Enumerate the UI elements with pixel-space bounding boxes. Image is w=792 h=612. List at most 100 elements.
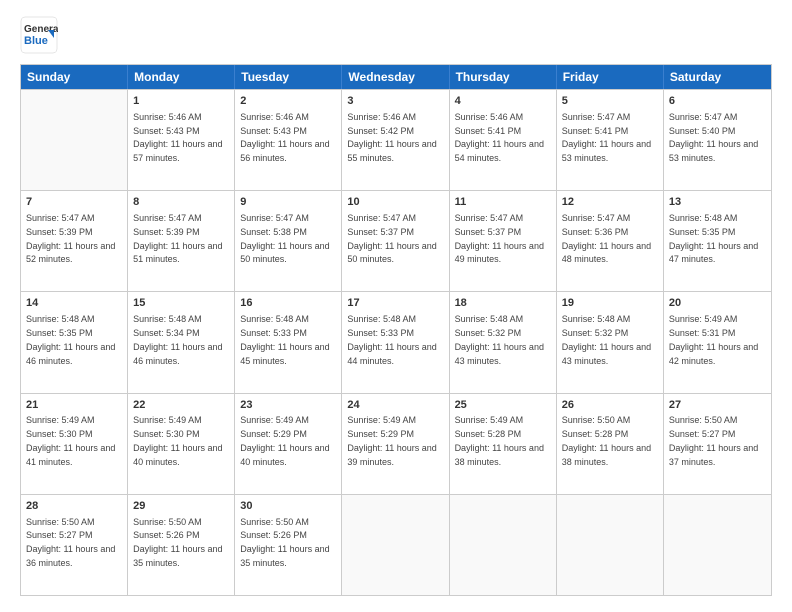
cell-info: Sunrise: 5:48 AMSunset: 5:33 PMDaylight:… [240, 314, 329, 365]
cell-info: Sunrise: 5:48 AMSunset: 5:32 PMDaylight:… [562, 314, 651, 365]
cell-info: Sunrise: 5:48 AMSunset: 5:34 PMDaylight:… [133, 314, 222, 365]
cal-cell-empty [342, 495, 449, 595]
cal-row-0: 1 Sunrise: 5:46 AMSunset: 5:43 PMDayligh… [21, 89, 771, 190]
cal-cell-11: 11 Sunrise: 5:47 AMSunset: 5:37 PMDaylig… [450, 191, 557, 291]
cal-cell-26: 26 Sunrise: 5:50 AMSunset: 5:28 PMDaylig… [557, 394, 664, 494]
day-number: 15 [133, 296, 229, 311]
cal-cell-29: 29 Sunrise: 5:50 AMSunset: 5:26 PMDaylig… [128, 495, 235, 595]
header-day-sunday: Sunday [21, 65, 128, 89]
cal-cell-5: 5 Sunrise: 5:47 AMSunset: 5:41 PMDayligh… [557, 90, 664, 190]
cal-cell-empty [21, 90, 128, 190]
cal-cell-7: 7 Sunrise: 5:47 AMSunset: 5:39 PMDayligh… [21, 191, 128, 291]
cal-cell-17: 17 Sunrise: 5:48 AMSunset: 5:33 PMDaylig… [342, 292, 449, 392]
cal-cell-24: 24 Sunrise: 5:49 AMSunset: 5:29 PMDaylig… [342, 394, 449, 494]
cal-cell-20: 20 Sunrise: 5:49 AMSunset: 5:31 PMDaylig… [664, 292, 771, 392]
svg-text:Blue: Blue [24, 35, 48, 47]
day-number: 6 [669, 94, 766, 109]
cal-cell-14: 14 Sunrise: 5:48 AMSunset: 5:35 PMDaylig… [21, 292, 128, 392]
header-day-friday: Friday [557, 65, 664, 89]
day-number: 25 [455, 398, 551, 413]
calendar: SundayMondayTuesdayWednesdayThursdayFrid… [20, 64, 772, 596]
day-number: 23 [240, 398, 336, 413]
cal-cell-6: 6 Sunrise: 5:47 AMSunset: 5:40 PMDayligh… [664, 90, 771, 190]
cal-cell-19: 19 Sunrise: 5:48 AMSunset: 5:32 PMDaylig… [557, 292, 664, 392]
cell-info: Sunrise: 5:50 AMSunset: 5:26 PMDaylight:… [240, 517, 329, 568]
cal-cell-empty [450, 495, 557, 595]
day-number: 7 [26, 195, 122, 210]
cal-cell-9: 9 Sunrise: 5:47 AMSunset: 5:38 PMDayligh… [235, 191, 342, 291]
cal-row-1: 7 Sunrise: 5:47 AMSunset: 5:39 PMDayligh… [21, 190, 771, 291]
calendar-body: 1 Sunrise: 5:46 AMSunset: 5:43 PMDayligh… [21, 89, 771, 595]
day-number: 22 [133, 398, 229, 413]
cell-info: Sunrise: 5:48 AMSunset: 5:32 PMDaylight:… [455, 314, 544, 365]
cal-cell-2: 2 Sunrise: 5:46 AMSunset: 5:43 PMDayligh… [235, 90, 342, 190]
day-number: 26 [562, 398, 658, 413]
cell-info: Sunrise: 5:47 AMSunset: 5:38 PMDaylight:… [240, 213, 329, 264]
day-number: 29 [133, 499, 229, 514]
header-day-wednesday: Wednesday [342, 65, 449, 89]
day-number: 9 [240, 195, 336, 210]
day-number: 5 [562, 94, 658, 109]
cal-cell-1: 1 Sunrise: 5:46 AMSunset: 5:43 PMDayligh… [128, 90, 235, 190]
day-number: 17 [347, 296, 443, 311]
cell-info: Sunrise: 5:49 AMSunset: 5:31 PMDaylight:… [669, 314, 758, 365]
calendar-header: SundayMondayTuesdayWednesdayThursdayFrid… [21, 65, 771, 89]
cell-info: Sunrise: 5:47 AMSunset: 5:39 PMDaylight:… [133, 213, 222, 264]
cell-info: Sunrise: 5:50 AMSunset: 5:27 PMDaylight:… [26, 517, 115, 568]
cell-info: Sunrise: 5:50 AMSunset: 5:28 PMDaylight:… [562, 415, 651, 466]
cal-cell-27: 27 Sunrise: 5:50 AMSunset: 5:27 PMDaylig… [664, 394, 771, 494]
day-number: 10 [347, 195, 443, 210]
day-number: 27 [669, 398, 766, 413]
day-number: 12 [562, 195, 658, 210]
cal-cell-25: 25 Sunrise: 5:49 AMSunset: 5:28 PMDaylig… [450, 394, 557, 494]
day-number: 4 [455, 94, 551, 109]
cell-info: Sunrise: 5:48 AMSunset: 5:35 PMDaylight:… [669, 213, 758, 264]
cell-info: Sunrise: 5:49 AMSunset: 5:28 PMDaylight:… [455, 415, 544, 466]
cal-row-4: 28 Sunrise: 5:50 AMSunset: 5:27 PMDaylig… [21, 494, 771, 595]
cal-cell-3: 3 Sunrise: 5:46 AMSunset: 5:42 PMDayligh… [342, 90, 449, 190]
day-number: 1 [133, 94, 229, 109]
day-number: 16 [240, 296, 336, 311]
cal-cell-15: 15 Sunrise: 5:48 AMSunset: 5:34 PMDaylig… [128, 292, 235, 392]
cell-info: Sunrise: 5:48 AMSunset: 5:35 PMDaylight:… [26, 314, 115, 365]
day-number: 20 [669, 296, 766, 311]
cal-cell-21: 21 Sunrise: 5:49 AMSunset: 5:30 PMDaylig… [21, 394, 128, 494]
day-number: 14 [26, 296, 122, 311]
cal-cell-30: 30 Sunrise: 5:50 AMSunset: 5:26 PMDaylig… [235, 495, 342, 595]
cal-cell-4: 4 Sunrise: 5:46 AMSunset: 5:41 PMDayligh… [450, 90, 557, 190]
cal-cell-13: 13 Sunrise: 5:48 AMSunset: 5:35 PMDaylig… [664, 191, 771, 291]
cell-info: Sunrise: 5:46 AMSunset: 5:43 PMDaylight:… [133, 112, 222, 163]
day-number: 8 [133, 195, 229, 210]
header-day-tuesday: Tuesday [235, 65, 342, 89]
header: General Blue [20, 16, 772, 54]
day-number: 2 [240, 94, 336, 109]
cell-info: Sunrise: 5:49 AMSunset: 5:29 PMDaylight:… [347, 415, 436, 466]
cell-info: Sunrise: 5:46 AMSunset: 5:41 PMDaylight:… [455, 112, 544, 163]
cal-row-2: 14 Sunrise: 5:48 AMSunset: 5:35 PMDaylig… [21, 291, 771, 392]
cal-cell-28: 28 Sunrise: 5:50 AMSunset: 5:27 PMDaylig… [21, 495, 128, 595]
day-number: 24 [347, 398, 443, 413]
cell-info: Sunrise: 5:47 AMSunset: 5:36 PMDaylight:… [562, 213, 651, 264]
cal-cell-empty [557, 495, 664, 595]
cell-info: Sunrise: 5:50 AMSunset: 5:26 PMDaylight:… [133, 517, 222, 568]
header-day-monday: Monday [128, 65, 235, 89]
day-number: 21 [26, 398, 122, 413]
day-number: 18 [455, 296, 551, 311]
day-number: 19 [562, 296, 658, 311]
cell-info: Sunrise: 5:49 AMSunset: 5:29 PMDaylight:… [240, 415, 329, 466]
day-number: 13 [669, 195, 766, 210]
calendar-page: General Blue SundayMondayTuesdayWednesda… [0, 0, 792, 612]
header-day-saturday: Saturday [664, 65, 771, 89]
logo: General Blue [20, 16, 58, 54]
day-number: 28 [26, 499, 122, 514]
cell-info: Sunrise: 5:49 AMSunset: 5:30 PMDaylight:… [133, 415, 222, 466]
day-number: 30 [240, 499, 336, 514]
cell-info: Sunrise: 5:46 AMSunset: 5:42 PMDaylight:… [347, 112, 436, 163]
cell-info: Sunrise: 5:47 AMSunset: 5:37 PMDaylight:… [347, 213, 436, 264]
cal-cell-18: 18 Sunrise: 5:48 AMSunset: 5:32 PMDaylig… [450, 292, 557, 392]
cal-row-3: 21 Sunrise: 5:49 AMSunset: 5:30 PMDaylig… [21, 393, 771, 494]
cell-info: Sunrise: 5:47 AMSunset: 5:39 PMDaylight:… [26, 213, 115, 264]
day-number: 11 [455, 195, 551, 210]
cell-info: Sunrise: 5:50 AMSunset: 5:27 PMDaylight:… [669, 415, 758, 466]
cal-cell-empty [664, 495, 771, 595]
